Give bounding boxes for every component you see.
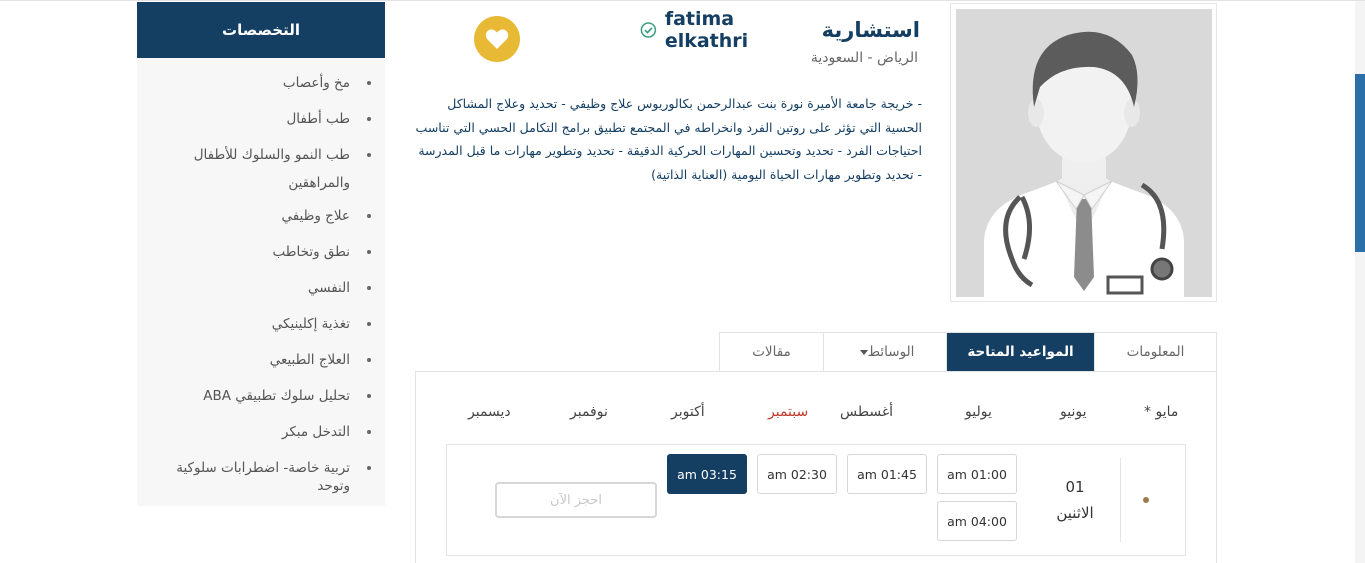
doctor-name: fatima elkathri — [664, 8, 749, 52]
specialty-item[interactable]: تحليل سلوك تطبيقي ABA — [145, 387, 377, 405]
scrollbar-thumb[interactable] — [1355, 74, 1365, 252]
day-number: 01 — [1065, 478, 1085, 496]
appointment-day: 01 الاثنين — [1040, 474, 1110, 526]
month-item[interactable]: يوليو — [965, 404, 992, 420]
bullet-icon — [367, 394, 371, 398]
bullet-icon — [367, 286, 371, 290]
specialty-item[interactable]: تربية خاصة- اضطرابات سلوكية وتوحد — [145, 459, 377, 495]
specialties-list: مخ وأعصاب طب أطفال طب النمو والسلوك للأط… — [137, 58, 385, 495]
time-slot[interactable]: am 04:00 — [937, 501, 1017, 541]
top-divider — [0, 0, 1365, 1]
tab-articles[interactable]: مقالات — [720, 333, 823, 371]
doctor-title: استشارية — [821, 18, 920, 42]
bullet-icon — [367, 214, 371, 218]
specialty-item[interactable]: العلاج الطبيعي — [145, 351, 377, 369]
time-slot[interactable]: am 01:00 — [937, 454, 1017, 494]
month-item[interactable]: نوفمبر — [570, 404, 608, 420]
bullet-icon — [367, 430, 371, 434]
tab-media[interactable]: الوسائط — [823, 333, 946, 371]
month-item[interactable]: ديسمبر — [468, 404, 511, 420]
book-now-button[interactable]: احجز الآن — [495, 482, 657, 518]
specialty-item[interactable]: طب النمو والسلوك للأطفال والمراهقين — [145, 141, 377, 197]
specialties-panel: التخصصات مخ وأعصاب طب أطفال طب النمو وال… — [137, 2, 385, 506]
specialty-item[interactable]: نطق وتخاطب — [145, 243, 377, 261]
check-circle-icon — [640, 22, 657, 38]
profile-tabs: المعلومات المواعيد المتاحة الوسائط مقالا… — [719, 332, 1217, 371]
caret-down-icon — [859, 349, 868, 355]
time-slot[interactable]: am 01:45 — [847, 454, 927, 494]
month-item[interactable]: أكتوبر — [671, 404, 705, 420]
bullet-icon — [367, 81, 371, 85]
heart-icon — [485, 29, 509, 49]
time-slot-selected[interactable]: am 03:15 — [667, 454, 747, 494]
specialty-item[interactable]: تغذية إكلينيكي — [145, 315, 377, 333]
specialty-item[interactable]: طب أطفال — [145, 110, 377, 128]
specialty-item[interactable]: علاج وظيفي — [145, 207, 377, 225]
day-marker-icon — [1143, 497, 1149, 503]
doctor-bio: - خريجة جامعة الأميرة نورة بنت عبدالرحمن… — [415, 96, 922, 182]
month-selector: مايو * يونيو يوليو أغسطس سبتمبر أكتوبر ن… — [446, 404, 1191, 428]
specialty-item[interactable]: مخ وأعصاب — [145, 74, 377, 92]
month-item[interactable]: يونيو — [1060, 404, 1086, 420]
specialty-item[interactable]: النفسي — [145, 279, 377, 297]
bullet-icon — [367, 153, 371, 157]
day-divider — [1120, 458, 1121, 542]
bullet-icon — [367, 250, 371, 254]
favorite-button[interactable] — [474, 16, 520, 62]
tab-info[interactable]: المعلومات — [1094, 333, 1216, 371]
month-item[interactable]: أغسطس — [840, 404, 893, 420]
month-item-current[interactable]: سبتمبر — [768, 404, 808, 420]
specialty-item[interactable]: التدخل مبكر — [145, 423, 377, 441]
bullet-icon — [367, 322, 371, 326]
bullet-icon — [367, 358, 371, 362]
doctor-avatar — [956, 9, 1212, 297]
tab-available-appointments[interactable]: المواعيد المتاحة — [946, 333, 1094, 371]
bullet-icon — [367, 117, 371, 121]
doctor-photo-frame — [950, 3, 1217, 302]
doctor-avatar-illustration — [956, 9, 1212, 297]
doctor-name-row: استشارية fatima elkathri — [640, 8, 920, 52]
specialties-title: التخصصات — [137, 2, 385, 58]
bullet-icon — [367, 466, 371, 470]
doctor-location: الرياض - السعودية — [810, 50, 918, 66]
time-slot[interactable]: am 02:30 — [757, 454, 837, 494]
day-name: الاثنين — [1056, 504, 1094, 522]
month-item[interactable]: مايو * — [1144, 404, 1178, 420]
